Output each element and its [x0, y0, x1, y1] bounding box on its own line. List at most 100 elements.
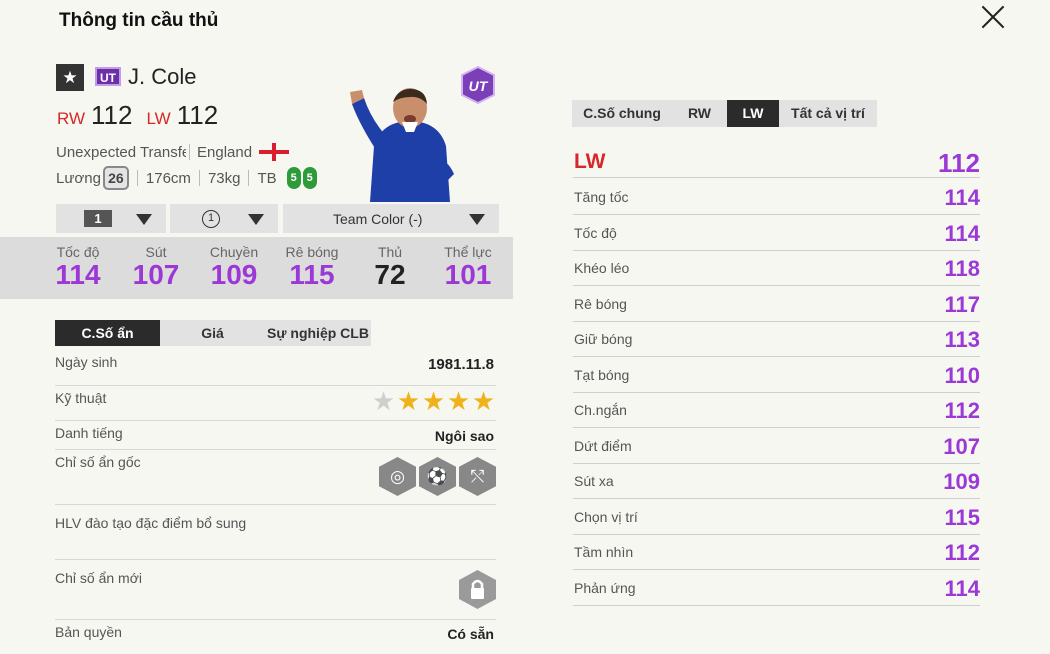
level-dropdown[interactable]: 1 — [56, 204, 166, 233]
attribute-row: Khéo léo 118 — [573, 250, 980, 286]
star-icon: ★ — [471, 386, 496, 416]
trait-icon[interactable]: ◎ — [379, 457, 416, 496]
lock-icon[interactable] — [459, 570, 496, 612]
star-icon: ★ — [396, 386, 421, 416]
birth-row: Ngày sinh 1981.11.8 — [55, 350, 496, 386]
skill-row: Kỹ thuật ★ ★ ★ ★ ★ — [55, 386, 496, 421]
attribute-label: Tầm nhìn — [574, 544, 634, 560]
attribute-row: Tốc độ 114 — [573, 215, 980, 251]
star-icon: ★ — [421, 386, 446, 416]
attribute-row: Tạt bóng 110 — [573, 357, 980, 393]
attribute-row: Dứt điểm 107 — [573, 428, 980, 464]
hidden-traits-row: Chỉ số ẩn gốc ◎ ⚽ ⤲ — [55, 450, 496, 505]
stat-label: Tốc độ — [56, 244, 100, 260]
attribute-value: 110 — [944, 362, 981, 388]
attribute-value: 109 — [943, 469, 980, 494]
close-icon[interactable] — [979, 2, 1007, 30]
attribute-label: Tạt bóng — [574, 366, 630, 383]
salary-badge: 26 — [102, 166, 129, 190]
stat-passing: Chuyền 109 — [199, 244, 269, 290]
page-title: Thông tin cầu thủ — [59, 10, 219, 31]
fame-label: Danh tiếng — [55, 425, 123, 441]
stat-dribbling: Rê bóng 115 — [277, 244, 347, 290]
chevron-down-icon — [248, 214, 264, 225]
trait-icon[interactable]: ⤲ — [459, 457, 496, 496]
divider — [136, 170, 138, 186]
attribute-value: 114 — [944, 185, 981, 210]
weight: 73kg — [207, 169, 241, 187]
stat-value: 101 — [444, 259, 492, 290]
attribute-value: 117 — [944, 291, 981, 317]
stat-value: 107 — [132, 259, 180, 290]
stat-value: 114 — [55, 259, 101, 290]
trait-value: 1 — [202, 209, 220, 228]
tab-hidden-stats[interactable]: C.Số ẩn — [55, 320, 160, 346]
position-2: LW — [146, 109, 171, 128]
position-tabs: C.Số chung RW LW Tất cả vị trí — [572, 100, 877, 127]
trait-icon[interactable]: ⚽ — [419, 457, 456, 496]
club-nation-row: Unexpected Transfer England — [56, 143, 290, 161]
trait-icons: ◎ ⚽ ⤲ — [376, 457, 496, 496]
stat-label: Chuyền — [209, 244, 259, 260]
tab-club-career[interactable]: Sự nghiệp CLB — [265, 320, 371, 346]
attribute-value: 113 — [944, 327, 981, 352]
rating-1: 112 — [91, 100, 133, 130]
team-color-dropdown[interactable]: Team Color (-) — [283, 204, 499, 233]
tab-general[interactable]: C.Số chung — [572, 100, 672, 127]
new-hidden-label: Chỉ số ẩn mới — [55, 570, 142, 586]
attribute-row: Giữ bóng 113 — [573, 321, 980, 357]
tab-lw[interactable]: LW — [727, 100, 779, 127]
coach-label: HLV đào tạo đặc điểm bổ sung — [55, 515, 247, 531]
right-foot: 5 — [302, 167, 317, 189]
player-photo — [350, 86, 468, 202]
attribute-label: Tốc độ — [574, 224, 617, 241]
star-icon[interactable]: ★ — [56, 64, 84, 91]
divider — [189, 144, 190, 160]
position-ratings: RW 112 LW 112 — [57, 100, 218, 131]
foot-ratings: 5 5 — [286, 167, 319, 189]
stat-defending: Thủ 72 — [355, 244, 425, 290]
star-icon: ★ — [371, 386, 396, 416]
new-hidden-row: Chỉ số ẩn mới — [55, 560, 496, 620]
flag-icon — [259, 143, 290, 161]
attribute-row: Tầm nhìn 112 — [573, 534, 980, 570]
birth-value: 1981.11.8 — [428, 356, 494, 373]
stat-label: Thể lực — [444, 244, 492, 260]
skill-label: Kỹ thuật — [55, 390, 107, 406]
position-1: RW — [57, 109, 86, 128]
attribute-value: 112 — [944, 540, 981, 565]
attribute-row: Rê bóng 117 — [573, 286, 980, 322]
height: 176cm — [145, 169, 191, 187]
stat-label: Rê bóng — [285, 244, 339, 260]
attribute-value: 112 — [944, 398, 981, 423]
tab-rw[interactable]: RW — [672, 100, 727, 127]
attribute-value: 115 — [944, 504, 981, 530]
stat-label: Thủ — [377, 244, 403, 260]
attribute-label: Sút xa — [574, 473, 614, 489]
season-badge: UT — [95, 67, 121, 86]
attribute-row: Sút xa 109 — [573, 463, 980, 499]
stat-label: Sút — [145, 244, 167, 260]
body-type: TB — [257, 169, 277, 187]
stat-value: 115 — [289, 259, 335, 290]
level-value: 1 — [84, 210, 112, 227]
chevron-down-icon — [136, 214, 152, 225]
position-header: LW 112 — [573, 148, 980, 178]
attribute-row: Ch.ngắn 112 — [573, 392, 980, 428]
tab-all-positions[interactable]: Tất cả vị trí — [779, 100, 877, 127]
stat-pace: Tốc độ 114 — [43, 244, 113, 290]
divider — [198, 170, 200, 186]
attribute-row: Tăng tốc 114 — [573, 179, 980, 215]
stat-physical: Thể lực 101 — [433, 244, 503, 290]
left-foot: 5 — [286, 167, 301, 189]
salary-label: Lương — [56, 169, 101, 187]
divider — [248, 170, 250, 186]
tab-price[interactable]: Giá — [160, 320, 265, 346]
player-name: J. Cole — [128, 64, 197, 89]
attribute-value: 114 — [944, 575, 981, 601]
summary-stats: Tốc độ 114 Sút 107 Chuyền 109 Rê bóng 11… — [0, 237, 513, 299]
trait-dropdown[interactable]: 1 — [170, 204, 278, 233]
stat-shooting: Sút 107 — [121, 244, 191, 290]
nation-name: England — [197, 143, 253, 161]
svg-text:UT: UT — [469, 78, 489, 94]
